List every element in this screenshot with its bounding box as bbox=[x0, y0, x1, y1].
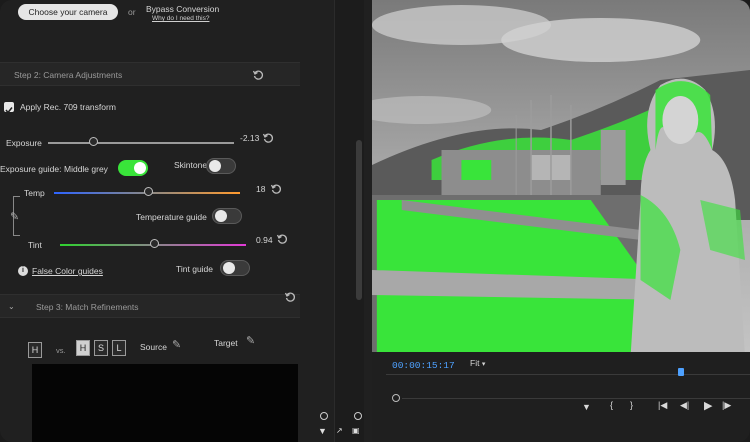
step3-title: Step 3: Match Refinements bbox=[36, 302, 139, 312]
video-frame[interactable] bbox=[340, 0, 750, 356]
source-h-button[interactable]: H bbox=[28, 342, 42, 358]
toggle-knob bbox=[209, 160, 221, 172]
reset-icon[interactable] bbox=[252, 68, 264, 80]
new-item-icon[interactable]: ▣ bbox=[352, 426, 360, 435]
add-marker-icon[interactable]: ▼ bbox=[582, 402, 591, 412]
mark-in-icon[interactable]: { bbox=[610, 400, 613, 410]
or-text: or bbox=[128, 7, 136, 17]
scroll-handle-left[interactable] bbox=[320, 412, 328, 420]
apply-rec709-checkbox[interactable] bbox=[4, 102, 14, 114]
toggle-knob bbox=[215, 210, 227, 222]
target-eyedropper-icon[interactable]: ✎ bbox=[246, 334, 255, 347]
match-preview bbox=[32, 364, 298, 442]
choose-camera-button[interactable]: Choose your camera bbox=[18, 4, 118, 20]
info-icon[interactable]: i bbox=[18, 266, 28, 276]
exposure-guide-label: Exposure guide: bbox=[0, 164, 62, 174]
temperature-guide-label: Temperature guide bbox=[136, 212, 207, 222]
tint-guide-label: Tint guide bbox=[176, 264, 214, 274]
false-color-preview bbox=[342, 0, 750, 356]
step-back-icon[interactable]: ◀| bbox=[680, 400, 689, 411]
go-to-in-icon[interactable]: |◀ bbox=[658, 400, 667, 411]
skintones-toggle[interactable] bbox=[206, 158, 236, 174]
tint-label: Tint bbox=[28, 240, 42, 250]
apply-rec709-label: Apply Rec. 709 transform bbox=[20, 102, 116, 112]
reset-tint-icon[interactable] bbox=[276, 232, 288, 244]
chevron-down-icon: ▾ bbox=[481, 361, 486, 368]
target-label: Target bbox=[214, 338, 238, 348]
lumetri-panel: Choose your camera or Bypass Conversion … bbox=[0, 0, 372, 442]
panel-scrollbar-thumb[interactable] bbox=[356, 140, 362, 300]
bypass-conversion-label[interactable]: Bypass Conversion bbox=[146, 4, 219, 14]
toggle-knob bbox=[223, 262, 235, 274]
target-s-button[interactable]: S bbox=[94, 340, 108, 356]
toggle-knob bbox=[134, 162, 146, 174]
vs-label: vs. bbox=[56, 346, 66, 355]
target-h-button[interactable]: H bbox=[76, 340, 90, 356]
source-eyedropper-icon[interactable]: ✎ bbox=[172, 338, 181, 351]
step2-title: Step 2: Camera Adjustments bbox=[14, 70, 123, 80]
filter-icon[interactable]: ▼ bbox=[318, 426, 327, 436]
playhead[interactable] bbox=[678, 368, 684, 376]
reset-temp-icon[interactable] bbox=[270, 182, 282, 194]
timecode[interactable]: 00:00:15:17 bbox=[392, 360, 455, 371]
play-icon[interactable]: ▶ bbox=[704, 399, 712, 412]
transport-bar: 00:00:15:17 Fit ▾ ▼ { } |◀ ◀| ▶ |▶ bbox=[372, 352, 750, 442]
zoom-handle[interactable] bbox=[392, 394, 400, 402]
tint-value[interactable]: 0.94 bbox=[256, 235, 273, 245]
source-label: Source bbox=[140, 342, 167, 352]
fit-dropdown[interactable]: Fit ▾ bbox=[470, 358, 485, 368]
tint-slider-thumb[interactable] bbox=[150, 239, 159, 248]
why-link[interactable]: Why do I need this? bbox=[152, 15, 209, 22]
reset-step3-icon[interactable] bbox=[284, 290, 296, 302]
middle-grey-toggle[interactable] bbox=[118, 160, 148, 176]
zoom-scrollbar[interactable] bbox=[402, 398, 750, 399]
exposure-label: Exposure bbox=[6, 138, 42, 148]
exposure-slider[interactable] bbox=[48, 142, 234, 144]
scroll-handle-right[interactable] bbox=[354, 412, 362, 420]
mark-out-icon[interactable]: } bbox=[630, 400, 633, 410]
false-color-link[interactable]: False Color guides bbox=[32, 266, 103, 276]
reset-exposure-icon[interactable] bbox=[262, 131, 274, 143]
chevron-down-icon[interactable]: ⌄ bbox=[8, 302, 15, 311]
fit-label: Fit bbox=[470, 358, 480, 368]
temp-label: Temp bbox=[24, 188, 45, 198]
export-icon[interactable]: ↗ bbox=[336, 426, 343, 435]
step-forward-icon[interactable]: |▶ bbox=[722, 400, 731, 411]
temperature-guide-toggle[interactable] bbox=[212, 208, 242, 224]
eyedropper-icon[interactable]: ✎ bbox=[10, 210, 19, 223]
temp-value[interactable]: 18 bbox=[256, 184, 265, 194]
exposure-value[interactable]: -2.13 bbox=[240, 133, 259, 143]
timeline-ruler[interactable] bbox=[386, 374, 750, 375]
tint-guide-toggle[interactable] bbox=[220, 260, 250, 276]
temp-slider-thumb[interactable] bbox=[144, 187, 153, 196]
exposure-slider-thumb[interactable] bbox=[89, 137, 98, 146]
middle-grey-label: Middle grey bbox=[64, 164, 108, 174]
target-l-button[interactable]: L bbox=[112, 340, 126, 356]
app-window: 00:00:15:17 Fit ▾ ▼ { } |◀ ◀| ▶ |▶ Choos… bbox=[0, 0, 750, 442]
